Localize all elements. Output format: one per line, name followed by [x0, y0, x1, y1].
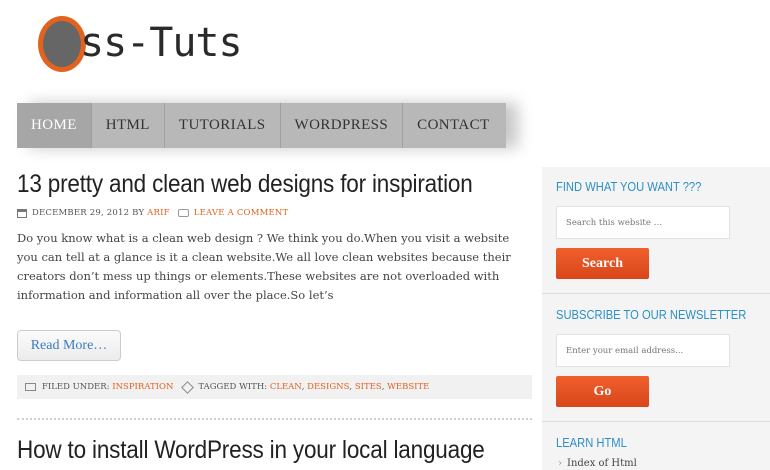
post: 13 pretty and clean web designs for insp…	[17, 170, 532, 399]
sidebar: FIND WHAT YOU WANT ??? Search SUBSCRIBE …	[542, 167, 770, 470]
subscribe-go-button[interactable]: Go	[556, 376, 649, 407]
folder-icon	[25, 383, 36, 391]
nav-item-html[interactable]: HTML	[92, 103, 165, 148]
chevron-right-icon: ›	[558, 458, 562, 469]
nav-item-tutorials[interactable]: TUTORIALS	[165, 103, 281, 148]
main-nav: HOME HTML TUTORIALS WORDPRESS CONTACT	[17, 103, 506, 148]
post-by: BY	[132, 208, 145, 218]
tag-link[interactable]: DESIGNS	[307, 382, 349, 392]
post-footer-meta: FILED UNDER: INSPIRATION TAGGED WITH: CL…	[17, 375, 532, 399]
comment-icon	[177, 209, 189, 217]
list-item[interactable]: › Index of Html	[556, 458, 756, 469]
sidebar-divider	[542, 293, 770, 294]
learn-html-list: › Index of Html	[556, 458, 756, 469]
newsletter-widget-title: SUBSCRIBE TO OUR NEWSLETTER	[556, 307, 747, 322]
read-more-button[interactable]: Read More…	[17, 330, 121, 361]
filed-under-label: FILED UNDER:	[42, 382, 110, 392]
tag-link[interactable]: SITES	[355, 382, 382, 392]
leave-comment-link[interactable]: LEAVE A COMMENT	[194, 208, 289, 218]
list-item-label: Index of Html	[567, 458, 637, 469]
logo-text: ss-Tuts	[80, 20, 243, 66]
search-widget-title: FIND WHAT YOU WANT ???	[556, 179, 702, 194]
post: How to install WordPress in your local l…	[17, 436, 532, 465]
tag-link[interactable]: CLEAN	[270, 382, 302, 392]
post-divider	[17, 418, 532, 420]
category-link[interactable]: INSPIRATION	[112, 382, 173, 392]
main-content: 13 pretty and clean web designs for insp…	[17, 150, 532, 465]
calendar-icon	[17, 208, 27, 218]
post-author-link[interactable]: ARIF	[147, 208, 170, 218]
sidebar-divider	[542, 421, 770, 422]
search-button[interactable]: Search	[556, 248, 649, 279]
nav-item-home[interactable]: HOME	[17, 103, 92, 148]
tagged-with-label: TAGGED WITH:	[198, 382, 268, 392]
post-title-link[interactable]: How to install WordPress in your local l…	[17, 436, 485, 465]
nav-item-contact[interactable]: CONTACT	[403, 103, 505, 148]
post-date: DECEMBER 29, 2012	[32, 208, 130, 218]
nav-item-wordpress[interactable]: WORDPRESS	[281, 103, 404, 148]
logo-circle-icon	[36, 14, 86, 72]
search-input[interactable]	[556, 206, 730, 239]
post-excerpt: Do you know what is a clean web design ?…	[17, 231, 511, 302]
tag-link[interactable]: WEBSITE	[387, 382, 429, 392]
post-meta: DECEMBER 29, 2012 BY ARIF LEAVE A COMMEN…	[17, 208, 532, 218]
email-field[interactable]	[556, 334, 730, 367]
learn-html-widget-title: LEARN HTML	[556, 435, 627, 450]
post-title-link[interactable]: 13 pretty and clean web designs for insp…	[17, 170, 481, 199]
site-logo[interactable]: ss-Tuts	[36, 12, 243, 74]
tag-icon	[181, 380, 195, 394]
